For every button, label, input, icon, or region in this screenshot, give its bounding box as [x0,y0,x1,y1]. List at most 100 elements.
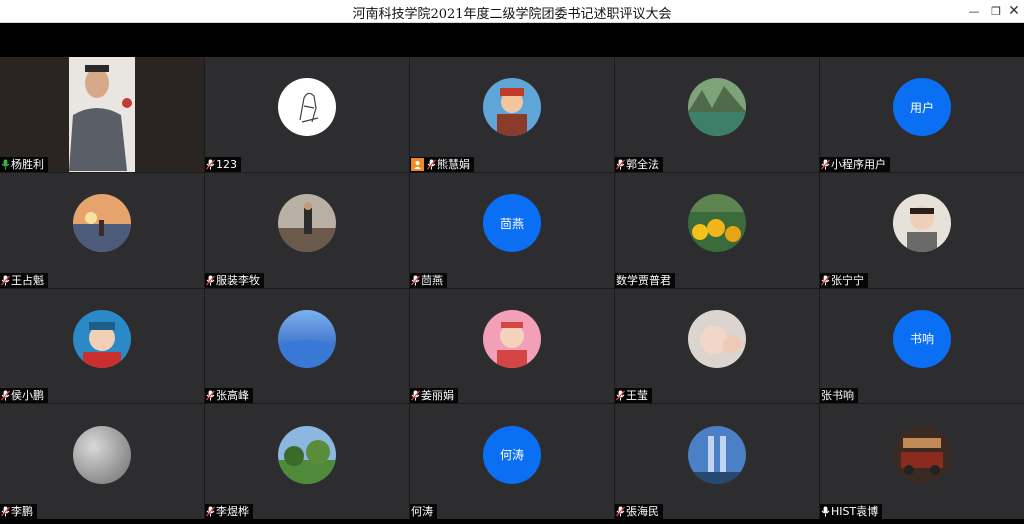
avatar [893,425,951,484]
participant-tile[interactable]: 用户小程序用户 [820,57,1024,172]
close-icon[interactable]: ✕ [1002,0,1024,22]
participant-namebar: 123 [205,156,241,172]
top-bar [0,23,1024,57]
participant-namebar: 李煜桦 [205,504,253,519]
participant-namebar: 侯小鹏 [0,388,48,404]
avatar [278,78,336,137]
participant-namebar: 小程序用户 [820,156,890,172]
participant-tile[interactable]: 王占魁 [0,172,204,288]
avatar [73,194,131,253]
participant-name: 王占魁 [11,273,44,287]
avatar [688,78,746,137]
window-titlebar: 河南科技学院2021年度二级学院团委书记述职评议大会 — ❐ ✕ [0,0,1024,23]
avatar [73,309,131,368]
phone-user-icon [411,157,424,171]
mic-muted-icon [411,390,420,401]
participant-name: 張海民 [626,505,659,518]
participant-namebar: 王莹 [615,388,652,404]
participant-namebar: 张宁宁 [820,272,868,288]
participant-namebar: 杨胜利 [0,156,48,172]
participant-tile[interactable]: 李煜桦 [205,404,409,519]
participant-name: 123 [216,157,237,171]
participant-name: 王莹 [626,389,648,403]
participant-name: 李鹏 [11,505,33,518]
participant-namebar: 李鹏 [0,504,37,519]
participant-namebar: 数学贾普君 [615,272,675,288]
participant-namebar: HIST袁博 [820,504,883,519]
mic-muted-icon [206,390,215,401]
participant-name: 熊慧娟 [437,157,470,171]
participant-tile[interactable]: 茴燕 茴燕 [410,172,614,288]
participant-namebar: 姜丽娟 [410,388,458,404]
mic-muted-icon [206,506,215,517]
participant-tile[interactable]: 王莹 [615,288,819,404]
participant-name: 数学贾普君 [616,273,671,287]
participant-tile[interactable]: 張海民 [615,404,819,519]
participant-name: 服装李牧 [216,273,260,287]
participant-name: HIST袁博 [831,505,879,518]
participant-name: 侯小鹏 [11,389,44,403]
avatar [73,425,131,484]
participant-tile[interactable]: 侯小鹏 [0,288,204,404]
participant-tile[interactable]: 姜丽娟 [410,288,614,404]
mic-muted-icon [616,159,625,170]
mic-muted-icon [616,390,625,401]
participant-namebar: 王占魁 [0,272,48,288]
participant-namebar: 郭全法 [615,156,663,172]
participant-tile[interactable]: 李鹏 [0,404,204,519]
participant-tile[interactable]: 数学贾普君 [615,172,819,288]
participant-namebar: 熊慧娟 [410,156,474,172]
participant-namebar: 茴燕 [410,272,447,288]
minimize-icon[interactable]: — [962,0,986,22]
participant-namebar: 何涛 [410,504,437,519]
participant-name: 张书响 [821,389,854,403]
mic-muted-icon [1,275,10,286]
participant-tile[interactable]: 何涛 何涛 [410,404,614,519]
avatar [278,309,336,368]
participant-tile[interactable]: 熊慧娟 [410,57,614,172]
avatar [278,194,336,253]
avatar: 用户 [893,78,951,137]
mic-muted-icon [1,390,10,401]
participant-tile[interactable]: 张宁宁 [820,172,1024,288]
avatar [483,309,541,368]
mic-muted-icon [427,159,436,170]
camera-video [0,57,204,172]
avatar [688,309,746,368]
mic-icon [821,506,830,517]
participant-namebar: 张书响 [820,388,858,404]
avatar: 茴燕 [483,194,541,253]
participant-name: 茴燕 [421,273,443,287]
participant-namebar: 服装李牧 [205,272,264,288]
mic-muted-icon [411,275,420,286]
window-title: 河南科技学院2021年度二级学院团委书记述职评议大会 [352,7,672,22]
participant-tile[interactable]: 书响张书响 [820,288,1024,404]
participant-namebar: 张高峰 [205,388,253,404]
avatar: 书响 [893,309,951,368]
participant-name: 姜丽娟 [421,389,454,403]
participant-name: 小程序用户 [831,157,886,171]
mic-muted-icon [821,275,830,286]
mic-muted-icon [206,159,215,170]
participant-name: 杨胜利 [11,157,44,171]
participant-tile[interactable]: 123 [205,57,409,172]
participant-namebar: 張海民 [615,504,663,519]
participant-tile[interactable]: 服装李牧 [205,172,409,288]
participant-grid: 杨胜利 123 熊慧娟 郭全法 用户 小程序用户 王占魁 服装李牧 茴燕 茴燕 数学贾普君 张宁宁 侯小… [0,57,1024,519]
participant-tile[interactable]: 杨胜利 [0,57,204,172]
mic-muted-icon [821,159,830,170]
participant-tile[interactable]: 张高峰 [205,288,409,404]
mic-muted-icon [616,506,625,517]
participant-tile[interactable]: 郭全法 [615,57,819,172]
participant-name: 何涛 [411,505,433,518]
avatar [688,425,746,484]
mic-muted-icon [1,506,10,517]
participant-name: 郭全法 [626,157,659,171]
participant-name: 张高峰 [216,389,249,403]
participant-name: 李煜桦 [216,505,249,518]
participant-name: 张宁宁 [831,273,864,287]
mic-muted-icon [206,275,215,286]
participant-tile[interactable]: HIST袁博 [820,404,1024,519]
avatar [688,194,746,253]
avatar [278,425,336,484]
